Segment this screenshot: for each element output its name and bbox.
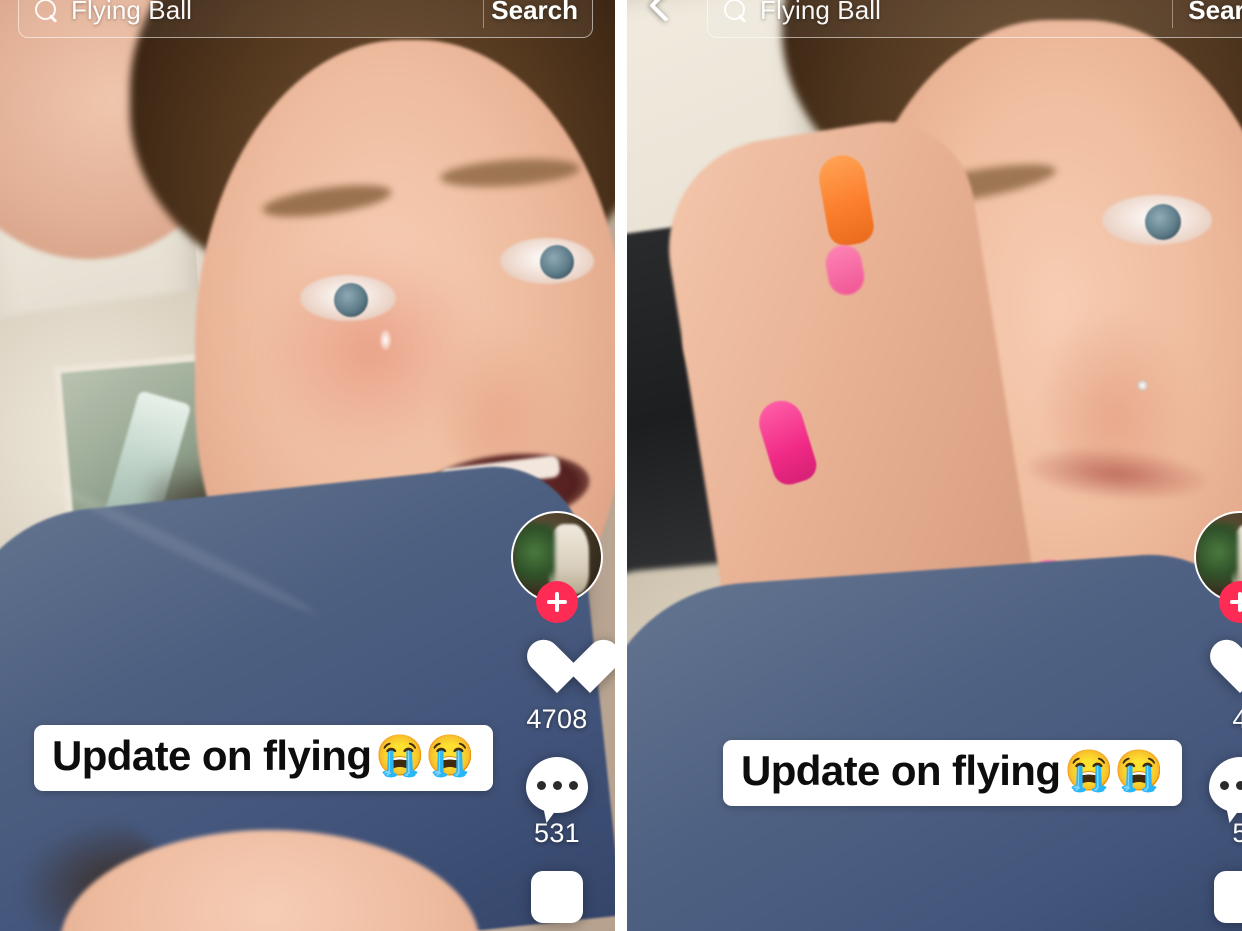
- bookmark-icon[interactable]: [1214, 871, 1242, 923]
- bubble-dot: [1235, 780, 1242, 790]
- comment-bubble-icon[interactable]: [526, 757, 588, 813]
- bubble-dot: [568, 780, 578, 790]
- like-button[interactable]: 4: [1208, 641, 1242, 735]
- creator-avatar-wrap[interactable]: [511, 511, 603, 623]
- bubble-dot: [552, 780, 562, 790]
- subject-iris-right: [540, 245, 574, 279]
- action-rail-left: 4708 531: [507, 511, 607, 931]
- search-submit-button[interactable]: Search: [491, 0, 578, 26]
- search-icon: [722, 0, 748, 23]
- panel-divider: [615, 0, 627, 931]
- like-count: 4: [1232, 704, 1242, 734]
- search-bar-left[interactable]: Flying Ball Search: [18, 0, 593, 38]
- crying-face-emoji: 😭😭: [375, 733, 475, 778]
- save-button[interactable]: [1214, 871, 1242, 923]
- save-button[interactable]: [531, 871, 583, 923]
- search-bar-right[interactable]: Flying Ball Search: [707, 0, 1242, 38]
- bookmark-icon[interactable]: [531, 871, 583, 923]
- comment-button[interactable]: 531: [526, 757, 588, 849]
- caption-text: Update on flying: [52, 731, 372, 779]
- video-caption-right: Update on flying 😭😭: [723, 739, 1182, 806]
- video-caption-left: Update on flying 😭😭: [34, 724, 493, 791]
- heart-icon[interactable]: [1208, 641, 1242, 699]
- crying-face-emoji: 😭😭: [1064, 748, 1164, 793]
- video-panel-right[interactable]: Flying Ball Search Update on flying 😭😭 4: [627, 0, 1242, 931]
- like-button[interactable]: 4708: [525, 641, 589, 735]
- search-divider: [1171, 0, 1173, 28]
- action-rail-right: 4 5: [1190, 511, 1242, 931]
- bubble-dot: [536, 780, 546, 790]
- search-submit-button[interactable]: Search: [1188, 0, 1242, 26]
- search-icon: [33, 0, 59, 23]
- bubble-dot: [1219, 780, 1229, 790]
- heart-icon[interactable]: [525, 641, 589, 699]
- subject-iris-right: [1145, 204, 1181, 240]
- comment-bubble-icon[interactable]: [1209, 757, 1242, 813]
- comment-button[interactable]: 5: [1209, 757, 1242, 849]
- side-by-side-screenshot-comparison: Flying Ball Search Update on flying 😭😭 4…: [0, 0, 1242, 931]
- subject-tear: [380, 330, 391, 350]
- comment-count: 5: [1232, 818, 1242, 848]
- creator-avatar-wrap[interactable]: [1194, 511, 1242, 623]
- chevron-left-icon[interactable]: [645, 0, 675, 30]
- search-input[interactable]: Flying Ball: [760, 0, 881, 26]
- subject-blue-sweatshirt: [627, 546, 1242, 931]
- subject-iris-left: [334, 283, 368, 317]
- caption-text: Update on flying: [741, 746, 1061, 794]
- like-count: 4708: [526, 704, 588, 734]
- comment-count: 531: [534, 818, 580, 848]
- search-input[interactable]: Flying Ball: [71, 0, 192, 26]
- follow-plus-icon[interactable]: [536, 581, 578, 623]
- video-panel-left[interactable]: Flying Ball Search Update on flying 😭😭 4…: [0, 0, 615, 931]
- search-divider: [482, 0, 484, 28]
- subject-nose-piercing: [1137, 380, 1148, 391]
